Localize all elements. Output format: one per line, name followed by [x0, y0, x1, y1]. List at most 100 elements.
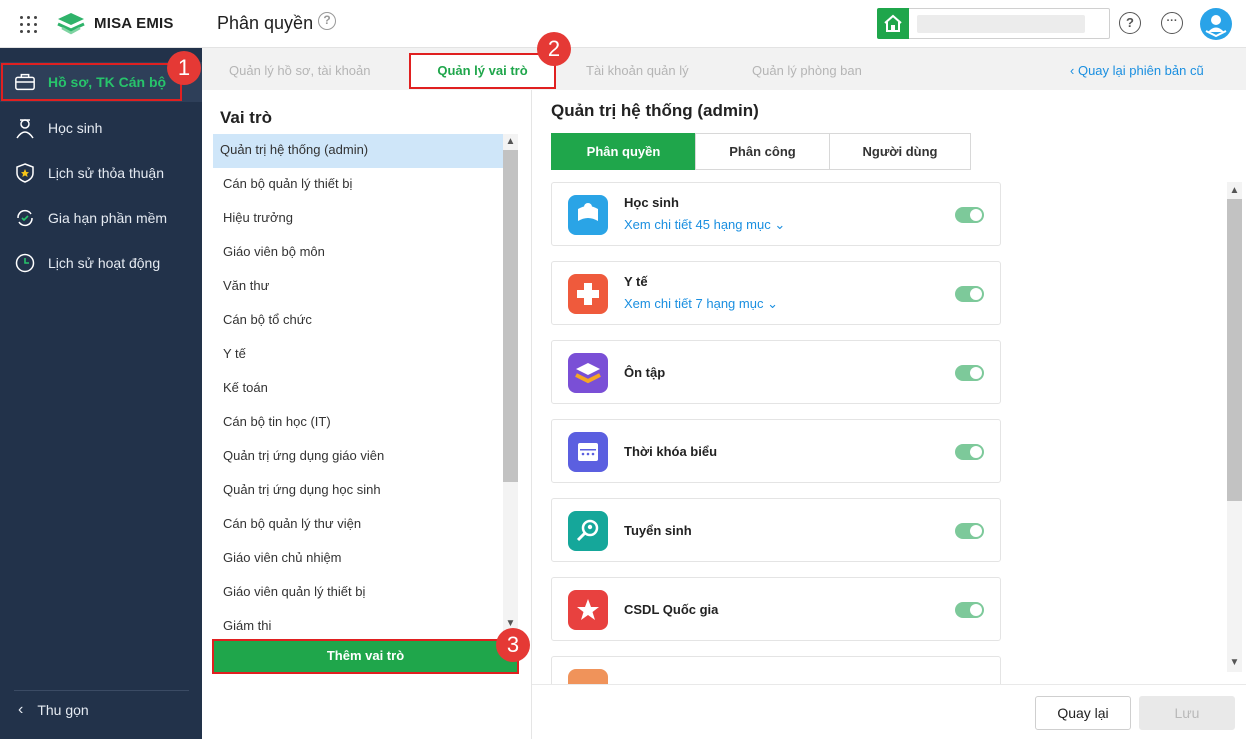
back-link-label: Quay lại phiên bản cũ — [1077, 63, 1204, 78]
module-toggle[interactable] — [955, 602, 984, 618]
chevron-down-icon: ⌄ — [767, 296, 778, 311]
tab-managed-accounts[interactable]: Tài khoản quản lý — [586, 63, 689, 78]
module-name: Thời khóa biểu — [624, 444, 718, 459]
student-icon — [14, 117, 36, 139]
brand-logo[interactable]: MISA EMIS — [56, 11, 174, 35]
role-list-item[interactable]: Cán bộ quản lý thiết bị — [213, 168, 503, 202]
role-list-item[interactable]: Quản trị ứng dụng học sinh — [213, 474, 503, 508]
role-list: Quản trị hệ thống (admin) Cán bộ quản lý … — [213, 134, 503, 644]
user-avatar-icon — [1205, 15, 1227, 38]
highlight-box-2 — [409, 53, 556, 89]
module-detail-label: Xem chi tiết 45 hạng mục — [624, 217, 771, 232]
home-button[interactable] — [877, 8, 909, 39]
sidebar: Hồ sơ, TK Cán bộ Học sinh Lịch sử thỏa t… — [0, 48, 202, 739]
admission-app-icon — [568, 511, 608, 551]
modules-scroll-down-arrow-icon[interactable]: ▼ — [1227, 657, 1242, 668]
sidebar-item-renew-software[interactable]: Gia hạn phần mềm — [0, 198, 202, 238]
module-toggle[interactable] — [955, 444, 984, 460]
module-name: Tuyển sinh — [624, 523, 692, 538]
selected-role-title: Quản trị hệ thống (admin) — [551, 101, 759, 120]
highlight-box-1 — [1, 63, 182, 101]
role-list-item[interactable]: Giáo viên quản lý thiết bị — [213, 576, 503, 610]
role-list-item[interactable]: Quản trị ứng dụng giáo viên — [213, 440, 503, 474]
sidebar-item-agreement-history[interactable]: Lịch sử thỏa thuận — [0, 153, 202, 193]
module-card-timetable: Thời khóa biểu — [551, 419, 1001, 483]
school-selector[interactable] — [909, 8, 1110, 39]
chevron-down-icon: ⌄ — [774, 217, 786, 232]
role-list-item[interactable]: Giáo viên chủ nhiệm — [213, 542, 503, 576]
home-icon — [884, 14, 902, 32]
module-name: Ôn tập — [624, 365, 666, 380]
role-list-item[interactable]: Cán bộ tin học (IT) — [213, 406, 503, 440]
module-card-national-db: CSDL Quốc gia — [551, 577, 1001, 641]
module-toggle[interactable] — [955, 365, 984, 381]
student-app-icon — [568, 195, 608, 235]
sidebar-item-label: Học sinh — [48, 120, 103, 136]
role-list-item[interactable]: Cán bộ quản lý thư viện — [213, 508, 503, 542]
school-name-redacted — [917, 15, 1085, 33]
partial-app-icon — [568, 669, 608, 684]
segment-users[interactable]: Người dùng — [829, 133, 971, 170]
shield-star-icon — [14, 162, 36, 184]
module-detail-link[interactable]: Xem chi tiết 45 hạng mục ⌄ — [624, 217, 785, 233]
review-app-icon — [568, 353, 608, 393]
sidebar-item-activity-history[interactable]: Lịch sử hoạt động — [0, 243, 202, 283]
role-list-item[interactable]: Y tế — [213, 338, 503, 372]
module-toggle[interactable] — [955, 286, 984, 302]
app-grid-icon[interactable] — [20, 16, 37, 33]
tab-department-management[interactable]: Quản lý phòng ban — [752, 63, 862, 78]
sidebar-item-students[interactable]: Học sinh — [0, 108, 202, 148]
callout-badge-3: 3 — [496, 628, 530, 662]
help-question-icon[interactable]: ? — [318, 12, 336, 30]
module-name: Học sinh — [624, 195, 679, 210]
role-list-item[interactable]: Giáo viên bộ môn — [213, 236, 503, 270]
user-avatar[interactable] — [1200, 8, 1232, 40]
module-card-list: Học sinh Xem chi tiết 45 hạng mục ⌄ Y tế Xe… — [551, 182, 1001, 684]
callout-badge-2: 2 — [537, 32, 571, 66]
module-toggle[interactable] — [955, 523, 984, 539]
role-list-item[interactable]: Cán bộ tổ chức — [213, 304, 503, 338]
top-bar: MISA EMIS Phân quyền ? ? ··· — [0, 0, 1246, 48]
highlight-box-3 — [212, 639, 519, 674]
module-card-health: Y tế Xem chi tiết 7 hạng mục ⌄ — [551, 261, 1001, 325]
sidebar-item-label: Lịch sử thỏa thuận — [48, 165, 165, 181]
brand-name: MISA EMIS — [94, 14, 174, 32]
module-detail-label: Xem chi tiết 7 hạng mục — [624, 296, 764, 311]
collapse-label: Thu gọn — [37, 702, 89, 718]
back-to-old-version-link[interactable]: ‹ Quay lại phiên bản cũ — [1070, 63, 1204, 78]
module-card-admission: Tuyển sinh — [551, 498, 1001, 562]
collapse-sidebar-button[interactable]: ‹ Thu gọn — [14, 690, 189, 719]
role-list-scroll-thumb[interactable] — [503, 150, 518, 482]
role-list-item[interactable]: Kế toán — [213, 372, 503, 406]
scroll-up-arrow-icon[interactable]: ▲ — [503, 136, 518, 147]
national-db-app-icon — [568, 590, 608, 630]
module-name: Y tế — [624, 274, 648, 289]
help-icon[interactable]: ? — [1119, 12, 1141, 34]
segment-assignment[interactable]: Phân công — [695, 133, 830, 170]
tab-profiles-accounts[interactable]: Quản lý hồ sơ, tài khoản — [229, 63, 371, 78]
sidebar-item-label: Gia hạn phần mềm — [48, 210, 168, 226]
save-button[interactable]: Lưu — [1139, 696, 1235, 730]
callout-badge-1: 1 — [167, 51, 201, 85]
back-button[interactable]: Quay lại — [1035, 696, 1131, 730]
module-card-review: Ôn tập — [551, 340, 1001, 404]
module-detail-link[interactable]: Xem chi tiết 7 hạng mục ⌄ — [624, 296, 778, 312]
module-toggle[interactable] — [955, 207, 984, 223]
segment-permissions[interactable]: Phân quyền — [551, 133, 696, 170]
timetable-app-icon — [568, 432, 608, 472]
modules-scroll-up-arrow-icon[interactable]: ▲ — [1227, 185, 1242, 196]
page-title: Phân quyền — [217, 13, 314, 33]
roles-title: Vai trò — [220, 108, 272, 127]
module-card-students: Học sinh Xem chi tiết 45 hạng mục ⌄ — [551, 182, 1001, 246]
role-list-item[interactable]: Quản trị hệ thống (admin) — [213, 134, 503, 168]
sidebar-item-label: Lịch sử hoạt động — [48, 255, 161, 271]
chevron-left-icon: ‹ — [18, 701, 24, 718]
health-app-icon — [568, 274, 608, 314]
more-options-icon[interactable]: ··· — [1161, 12, 1183, 34]
renew-icon — [14, 207, 36, 229]
role-list-item[interactable]: Văn thư — [213, 270, 503, 304]
module-list-scroll-thumb[interactable] — [1227, 199, 1242, 501]
module-name: CSDL Quốc gia — [624, 602, 719, 617]
misa-logo-icon — [57, 13, 85, 35]
role-list-item[interactable]: Hiệu trưởng — [213, 202, 503, 236]
